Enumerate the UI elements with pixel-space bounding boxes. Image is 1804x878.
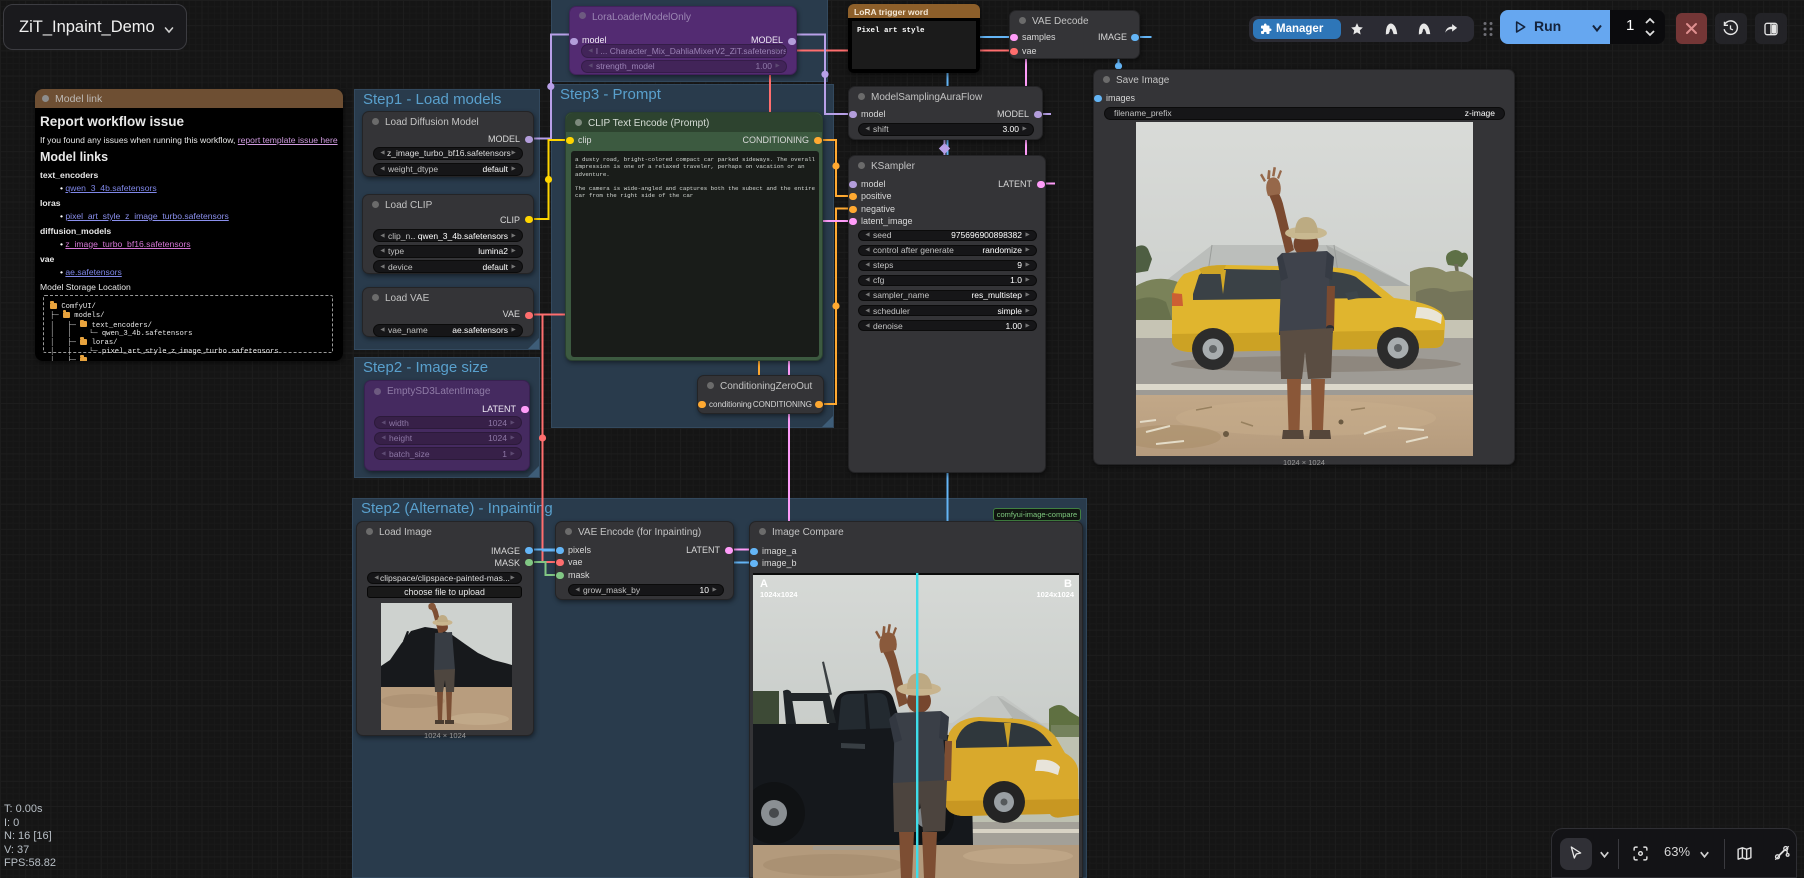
svg-text:B: B	[1064, 578, 1072, 590]
svg-text:1024x1024: 1024x1024	[760, 590, 798, 599]
svg-text:A: A	[760, 578, 768, 590]
svg-text:1024x1024: 1024x1024	[1036, 590, 1074, 599]
